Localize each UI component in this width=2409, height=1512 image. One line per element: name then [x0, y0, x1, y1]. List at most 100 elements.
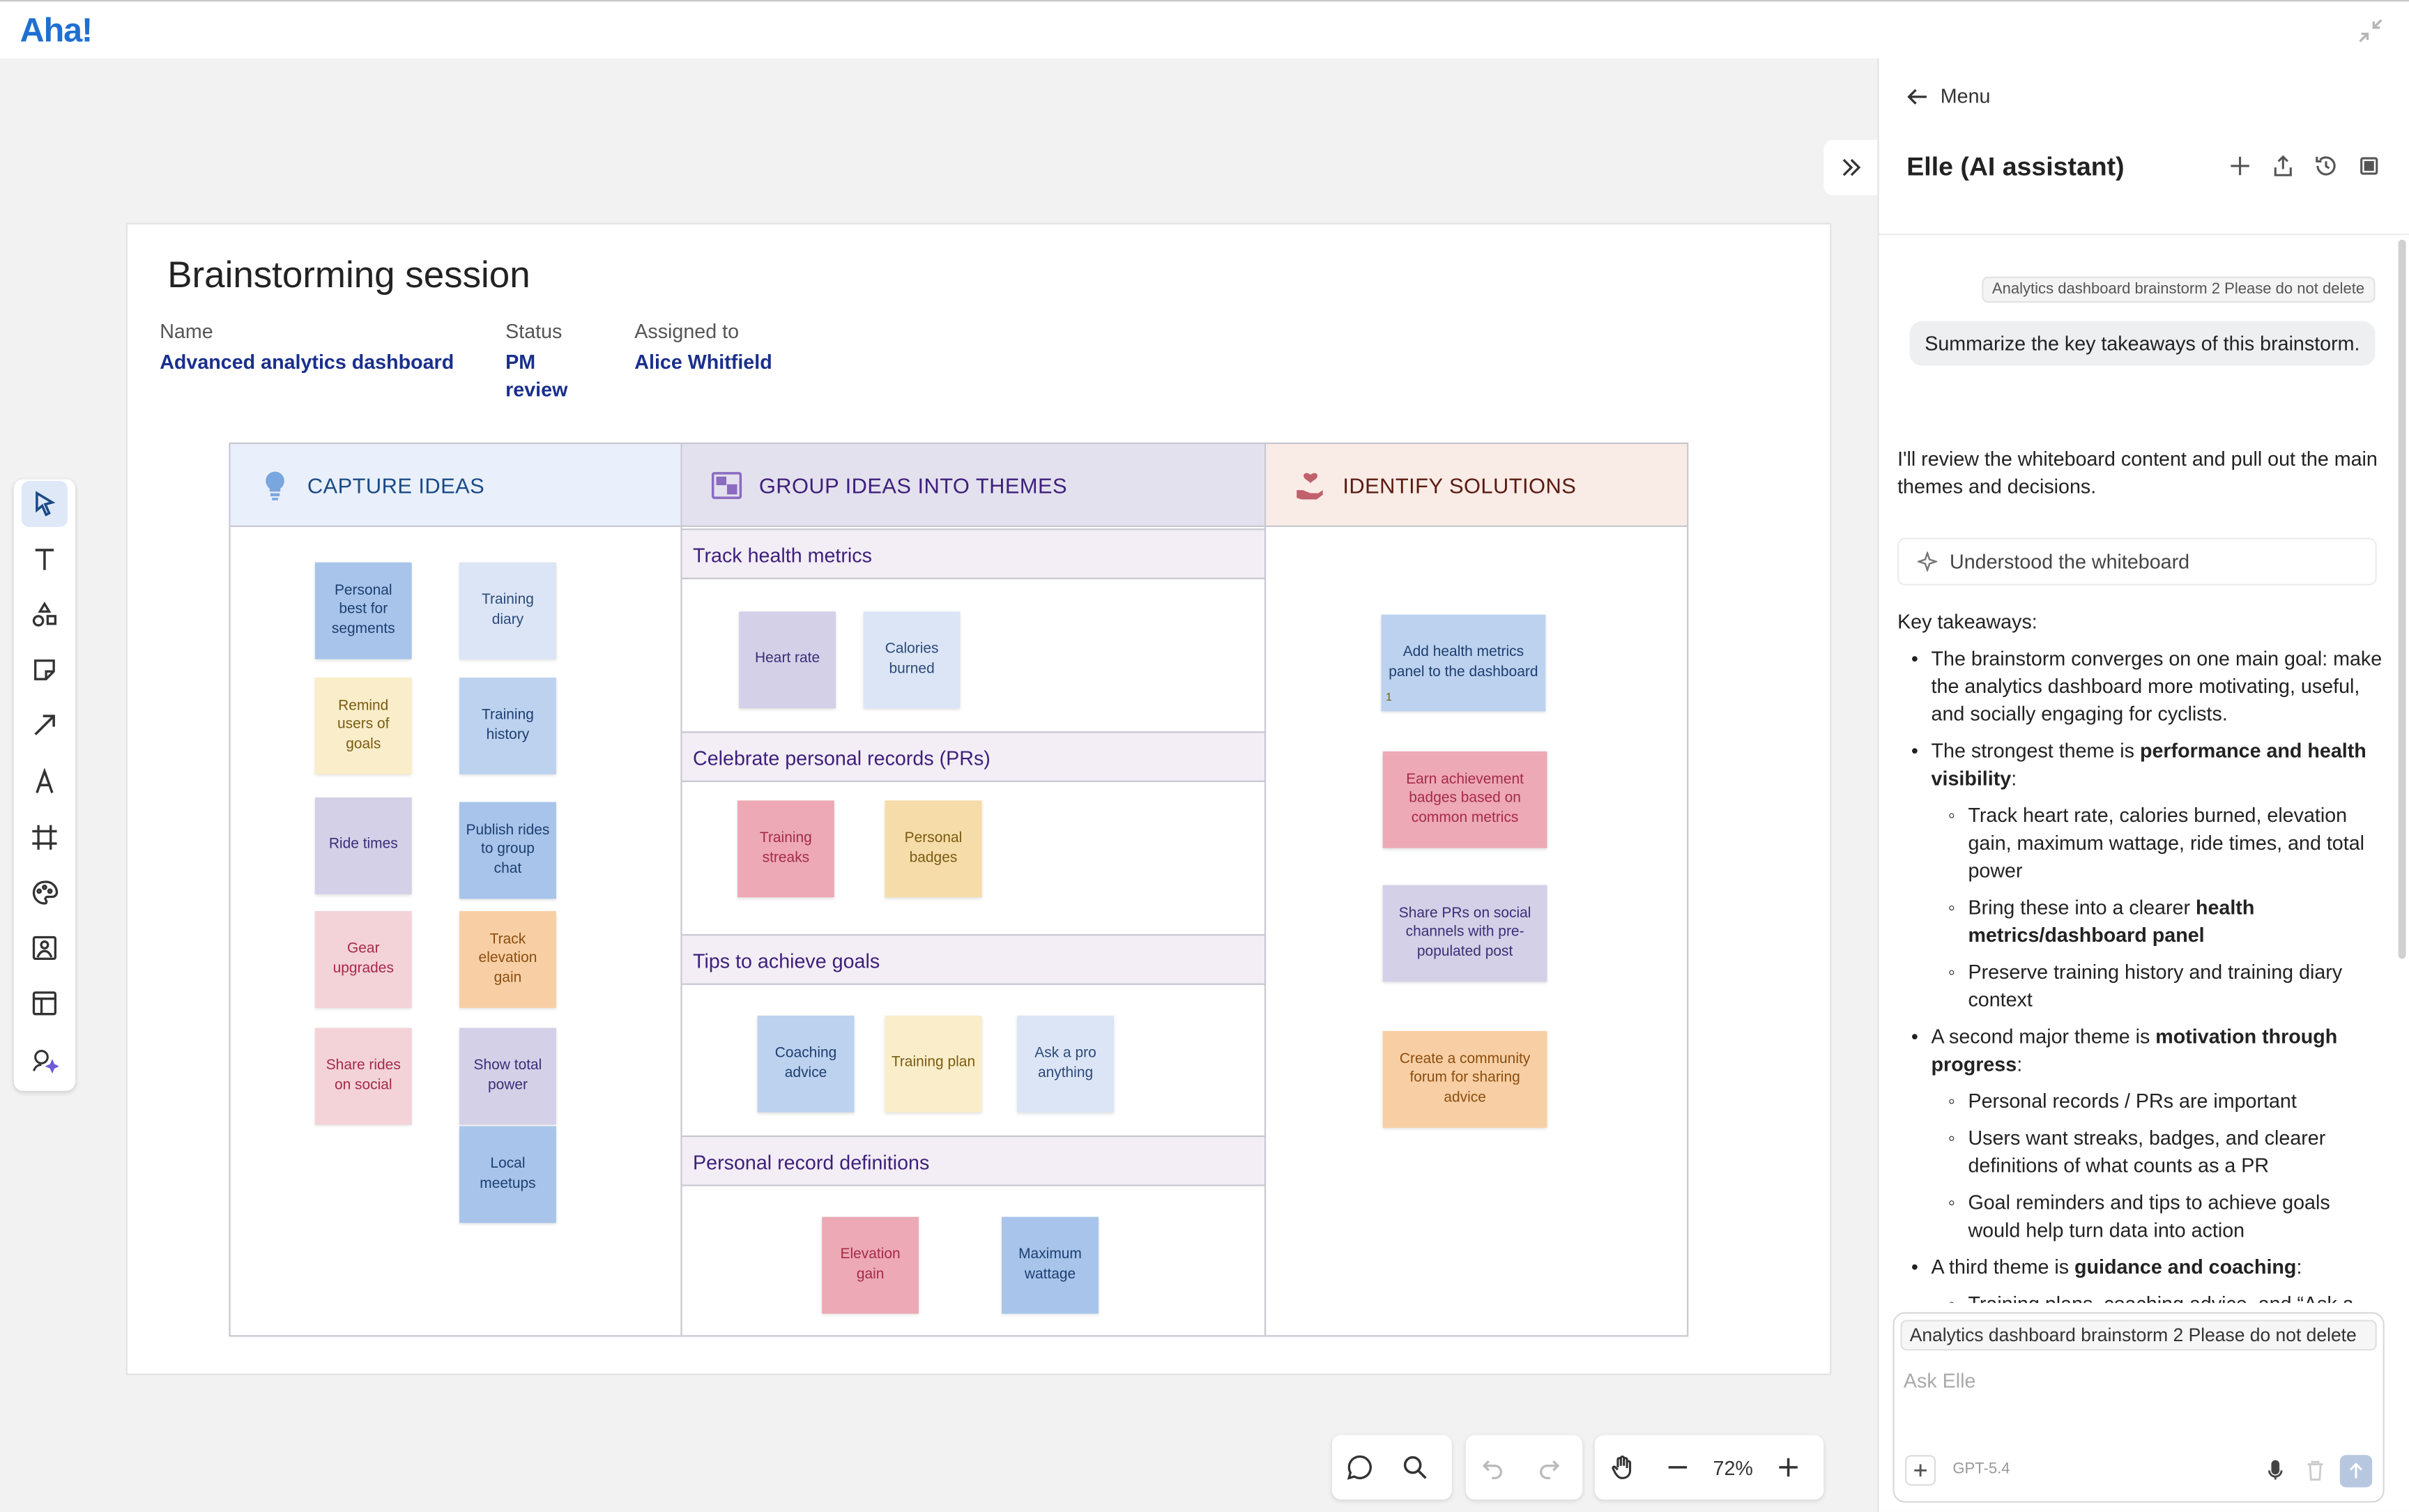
pan-button[interactable]: [1595, 1440, 1650, 1495]
sticky-tool[interactable]: [22, 647, 68, 693]
sticky-note[interactable]: Gear upgrades: [314, 911, 412, 1008]
image-tool[interactable]: [22, 925, 68, 971]
arrow-left-icon: [1907, 88, 1927, 104]
context-chip[interactable]: Analytics dashboard brainstorm 2 Please …: [1981, 276, 2376, 303]
shapes-tool[interactable]: [22, 592, 68, 638]
sticky-note[interactable]: Share PRs on social channels with pre-po…: [1382, 885, 1547, 982]
menu-back-link[interactable]: Menu: [1906, 84, 1990, 107]
palette-icon: [32, 880, 59, 905]
collapse-panel-button[interactable]: [1823, 139, 1879, 195]
theme-header[interactable]: Tips to achieve goals: [682, 934, 1264, 985]
takeaway-item: A third theme is guidance and coaching: …: [1897, 1254, 2383, 1304]
sticky-note[interactable]: Publish rides to group chat: [459, 802, 556, 899]
thinking-step[interactable]: Understood the whiteboard: [1897, 537, 2377, 586]
sub-item: Goal reminders and tips to achieve goals…: [1932, 1189, 2383, 1244]
pen-tool[interactable]: [22, 759, 68, 805]
sticky-note[interactable]: Share rides on social: [314, 1028, 412, 1125]
sticky-note[interactable]: Local meetups: [459, 1126, 556, 1223]
brainstorm-board[interactable]: Brainstorming session Name Advanced anal…: [125, 222, 1832, 1375]
sticky-note[interactable]: Elevation gain: [822, 1216, 919, 1314]
sticky-note[interactable]: Training diary: [459, 562, 556, 659]
new-chat-icon[interactable]: [2228, 153, 2252, 178]
column-group-themes: GROUP IDEAS INTO THEMES Track health met…: [682, 443, 1267, 1336]
ai-intro: I'll review the whiteboard content and p…: [1897, 447, 2378, 498]
scrollbar[interactable]: [2398, 239, 2406, 959]
double-chevron-right-icon: [1842, 159, 1861, 176]
text: :: [2017, 1052, 2023, 1076]
comment-button[interactable]: [1332, 1440, 1387, 1495]
field-label: Name: [160, 319, 213, 343]
sub-item: Preserve training history and training d…: [1932, 959, 2383, 1014]
microphone-icon[interactable]: [2263, 1458, 2288, 1483]
sticky-note[interactable]: Coaching advice: [757, 1015, 855, 1113]
text-icon: [35, 549, 54, 570]
redo-icon: [1540, 1460, 1560, 1479]
theme-header[interactable]: Personal record definitions: [682, 1135, 1264, 1186]
sticky-note[interactable]: Ask a pro anything: [1017, 1015, 1114, 1113]
hand-heart-icon: [1297, 472, 1323, 499]
ask-elle-input[interactable]: [1903, 1363, 2365, 1397]
group-icon: [711, 471, 742, 498]
takeaway-item: A second major theme is motivation throu…: [1897, 1023, 2383, 1244]
template-icon: [32, 991, 57, 1016]
sticky-note[interactable]: Personal badges: [885, 800, 982, 898]
hand-icon: [1612, 1455, 1632, 1479]
sticky-note[interactable]: Training history: [459, 678, 556, 774]
history-icon[interactable]: [2314, 153, 2338, 178]
theme-header[interactable]: Celebrate personal records (PRs): [682, 731, 1264, 782]
sticky-text: Add health metrics panel to the dashboar…: [1389, 643, 1538, 680]
sticky-note[interactable]: Calories burned: [863, 611, 961, 709]
text: Bring these into a clearer: [1968, 895, 2196, 919]
theme-header[interactable]: Track health metrics: [682, 528, 1264, 579]
template-tool[interactable]: [22, 980, 68, 1026]
field-name: Name Advanced analytics dashboard: [160, 319, 454, 376]
sticky-note[interactable]: Create a community forum for sharing adv…: [1382, 1030, 1547, 1128]
undo-button[interactable]: [1466, 1440, 1521, 1495]
divider: [1879, 234, 2409, 236]
field-value[interactable]: Alice Whitfield: [634, 349, 772, 376]
field-assigned-to: Assigned to Alice Whitfield: [634, 319, 772, 376]
zoom-level[interactable]: 72%: [1706, 1456, 1761, 1479]
sticky-note[interactable]: Remind users of goals: [314, 678, 412, 774]
send-button[interactable]: [2339, 1455, 2373, 1488]
zoom-out-button[interactable]: [1650, 1440, 1705, 1495]
text: The strongest theme is: [1931, 739, 2140, 763]
redo-button[interactable]: [1521, 1440, 1576, 1495]
share-icon[interactable]: [2271, 153, 2295, 178]
composer-context-chip[interactable]: Analytics dashboard brainstorm 2 Please …: [1900, 1320, 2377, 1351]
trash-icon[interactable]: [2303, 1458, 2327, 1483]
field-value[interactable]: Advanced analytics dashboard: [160, 349, 454, 376]
stop-icon[interactable]: [2357, 153, 2381, 178]
sticky-note[interactable]: Show total power: [459, 1028, 556, 1125]
text-tool[interactable]: [22, 536, 68, 582]
model-selector[interactable]: GPT-5.4: [1952, 1461, 2010, 1478]
comment-badge[interactable]: 1: [1386, 689, 1392, 709]
sticky-note[interactable]: Earn achievement badges based on common …: [1382, 751, 1547, 848]
select-tool[interactable]: [21, 480, 68, 528]
plus-icon: [1914, 1464, 1927, 1477]
color-tool[interactable]: [22, 870, 68, 916]
text: :: [2296, 1255, 2302, 1278]
sticky-note[interactable]: Add health metrics panel to the dashboar…: [1381, 614, 1546, 712]
ai-tool[interactable]: [22, 1037, 68, 1083]
panel-title: Elle (AI assistant): [1906, 152, 2125, 182]
frame-tool[interactable]: [22, 814, 68, 860]
field-value[interactable]: PM review: [505, 349, 597, 404]
zoom-in-button[interactable]: [1761, 1440, 1816, 1495]
sticky-note[interactable]: Ride times: [314, 797, 412, 894]
sticky-note[interactable]: Maximum wattage: [1002, 1216, 1099, 1314]
attach-button[interactable]: [1905, 1455, 1936, 1486]
image-icon: [32, 936, 57, 961]
field-status: Status PM review: [505, 319, 597, 404]
sticky-note[interactable]: Heart rate: [739, 611, 836, 709]
aha-logo[interactable]: Aha!: [20, 10, 93, 50]
sticky-note[interactable]: Personal best for segments: [314, 562, 412, 659]
sticky-note[interactable]: Training plan: [885, 1015, 982, 1113]
collapse-icon[interactable]: [2357, 17, 2385, 45]
search-button[interactable]: [1387, 1440, 1442, 1495]
sticky-note[interactable]: Training streaks: [737, 800, 834, 898]
sub-list: Training plans, coaching advice, and “As…: [1932, 1290, 2383, 1303]
sticky-note[interactable]: Track elevation gain: [459, 911, 556, 1008]
connector-tool[interactable]: [22, 702, 68, 748]
whiteboard-canvas[interactable]: Brainstorming session Name Advanced anal…: [0, 58, 1878, 1512]
